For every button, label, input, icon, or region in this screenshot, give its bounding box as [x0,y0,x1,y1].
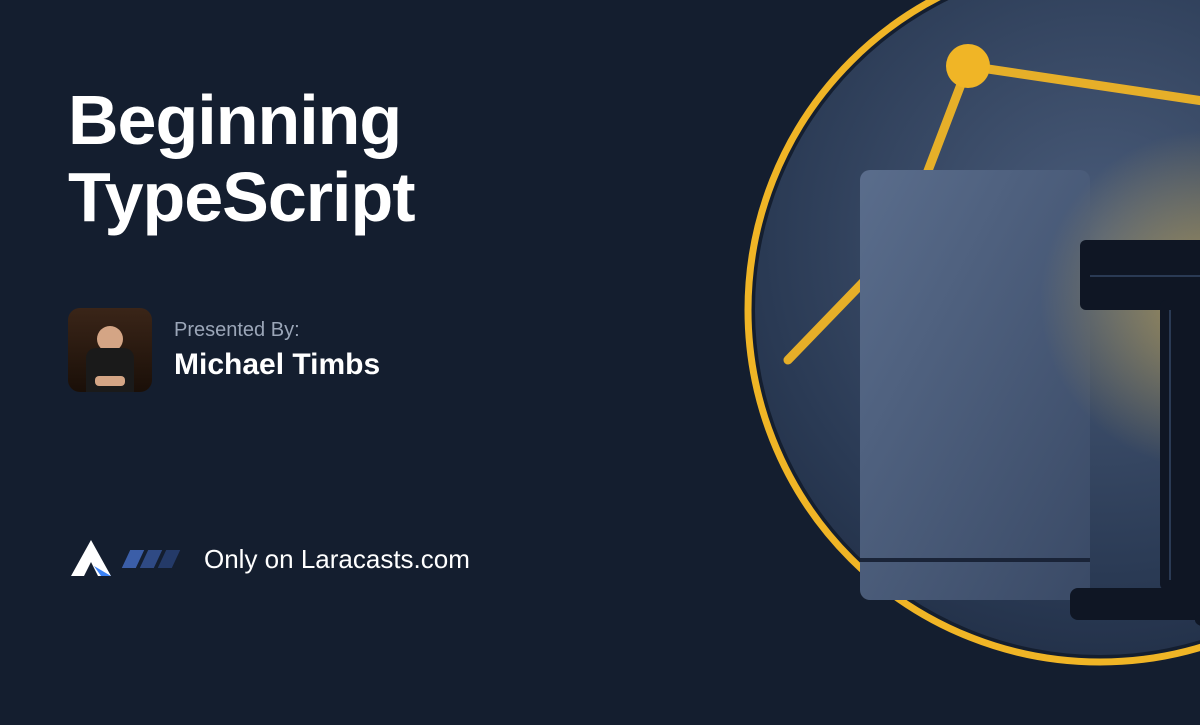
logo-slashes-icon [126,550,176,568]
brand-logo [68,538,176,580]
footer: Only on Laracasts.com [68,538,470,580]
presenter-avatar [68,308,152,392]
laracasts-logo-icon [68,538,114,580]
course-title: Beginning TypeScript [68,82,415,236]
hero-illustration [730,0,1200,720]
presenter-row: Presented By: Michael Timbs [68,308,415,392]
presenter-name: Michael Timbs [174,348,380,382]
title-line-1: Beginning [68,81,401,159]
presented-by-label: Presented By: [174,319,380,342]
footer-text: Only on Laracasts.com [204,544,470,575]
title-line-2: TypeScript [68,158,415,236]
